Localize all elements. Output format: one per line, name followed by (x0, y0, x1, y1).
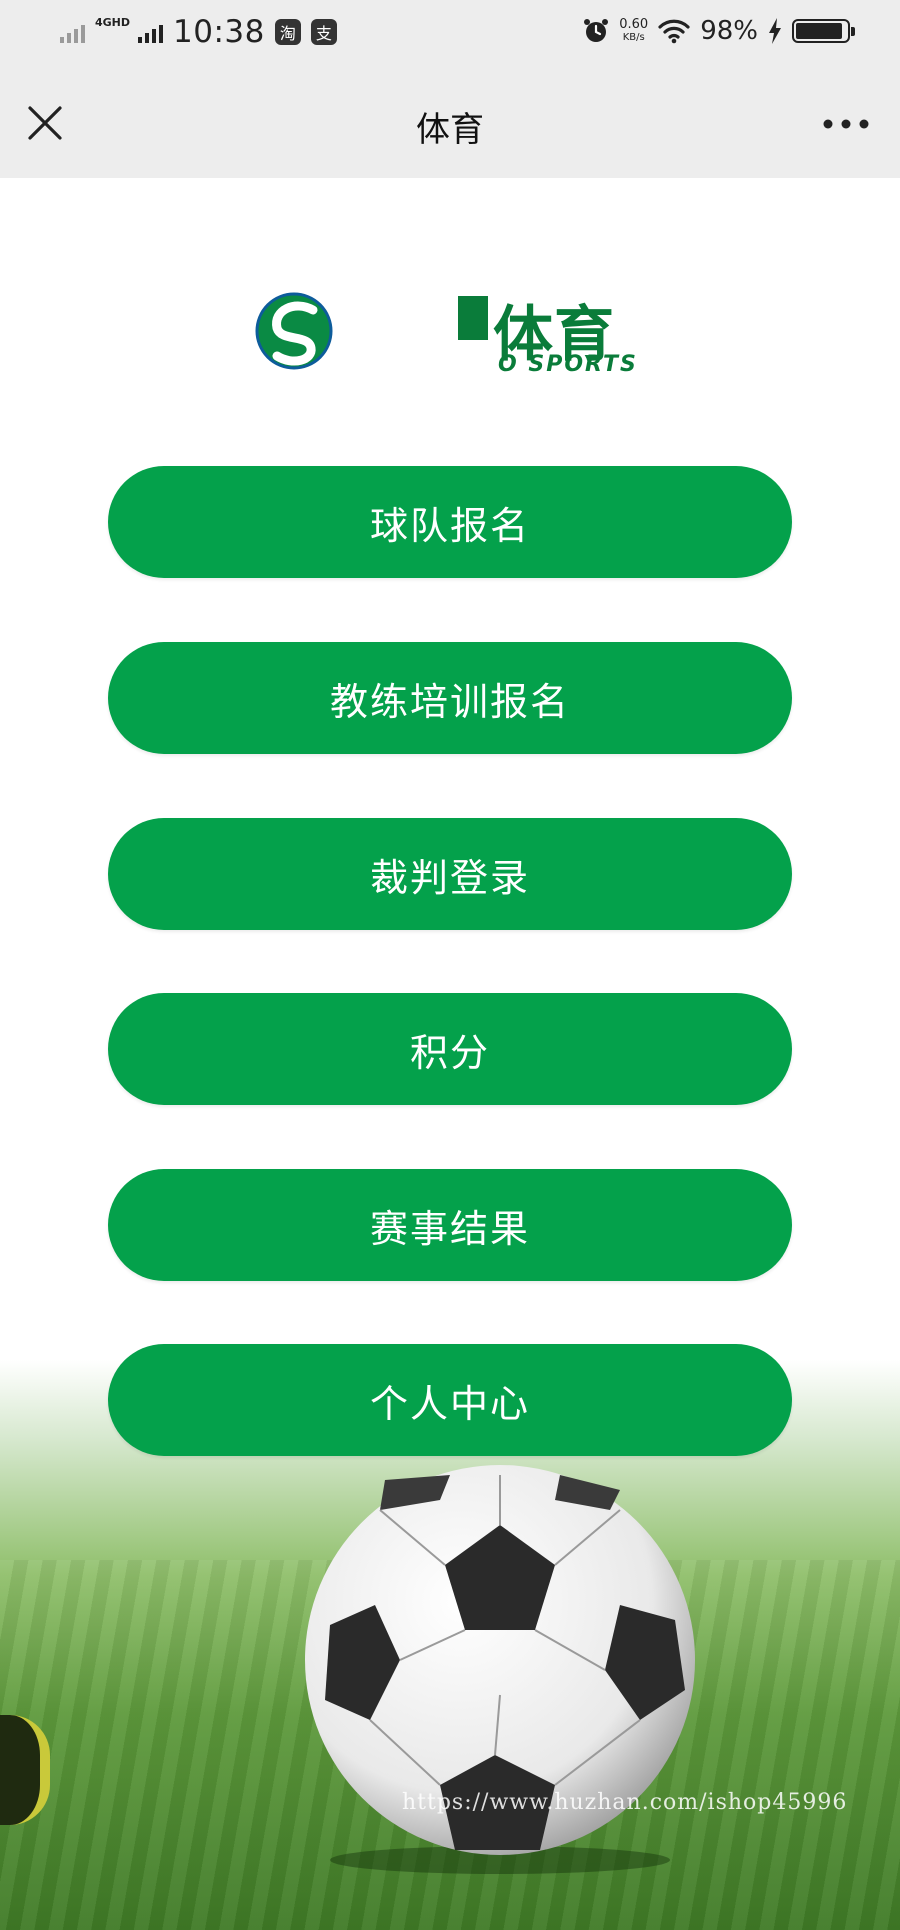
charging-icon (769, 18, 781, 44)
battery-fill (796, 23, 842, 39)
signal-icon-sim2 (60, 21, 85, 43)
battery-icon (792, 19, 855, 43)
logo-block-mark (458, 296, 488, 340)
wifi-icon (658, 19, 690, 44)
page-title: 体育 (416, 110, 484, 150)
status-right: 0.60 KB/s 98% (583, 16, 855, 46)
network-speed-unit: KB/s (622, 32, 645, 43)
logo-english-text: O SPORTS (498, 352, 638, 377)
status-left: 4GHD 10:38 淘 支 (60, 14, 337, 50)
team-signup-button[interactable]: 球队报名 (108, 466, 792, 578)
network-type-label: 4GHD (95, 15, 131, 29)
battery-percent: 98% (700, 16, 758, 46)
network-speed-value: 0.60 (619, 17, 649, 32)
signal-icon (138, 21, 164, 43)
alipay-notification-icon: 支 (310, 19, 337, 45)
taobao-notification-icon: 淘 (274, 19, 301, 45)
match-results-button[interactable]: 赛事结果 (108, 1169, 792, 1281)
referee-login-button[interactable]: 裁判登录 (108, 818, 792, 930)
more-icon[interactable] (820, 106, 872, 142)
battery-tip (851, 27, 855, 36)
brand-logo: 体育 O SPORTS (255, 290, 655, 380)
watermark-text: https://www.huzhan.com/ishop45996 (402, 1790, 848, 1815)
title-bar: 体育 (0, 70, 900, 178)
personal-center-button[interactable]: 个人中心 (108, 1344, 792, 1456)
status-bar: 4GHD 10:38 淘 支 0.60 KB/s 98% (0, 0, 900, 70)
alarm-icon (584, 19, 609, 42)
status-time: 10:38 (173, 14, 265, 50)
logo-mark-icon (255, 292, 333, 370)
network-speed: 0.60 KB/s (619, 18, 648, 44)
coach-training-signup-button[interactable]: 教练培训报名 (108, 642, 792, 754)
points-button[interactable]: 积分 (108, 993, 792, 1105)
